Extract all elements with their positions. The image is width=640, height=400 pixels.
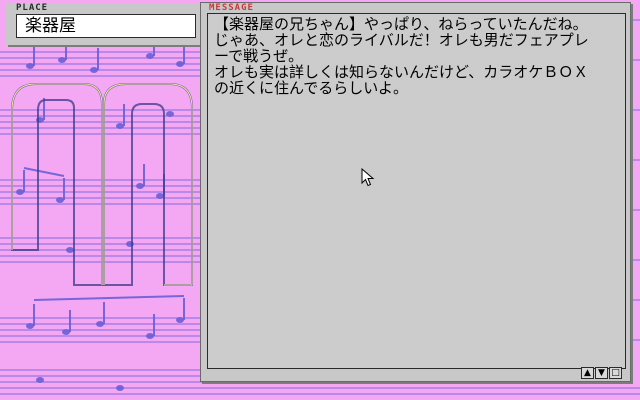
place-name-field: 楽器屋: [16, 14, 196, 38]
mouse-pointer-icon: [361, 168, 375, 187]
message-line: ーで戦うぜ。: [214, 47, 304, 65]
message-caption: MESSAGE: [209, 3, 254, 13]
message-line: 【楽器屋の兄ちゃん】やっぱり、ねらっていたんだね。: [214, 15, 588, 33]
message-scroll-controls: ▲ ▼ □: [581, 367, 622, 379]
window-toggle-button[interactable]: □: [609, 367, 622, 379]
place-window: PLACE 楽器屋: [6, 3, 202, 45]
place-caption: PLACE: [16, 3, 49, 13]
message-line: オレも実は詳しくは知らないんだけど、カラオケＢＯＸ: [214, 63, 589, 81]
message-line: の近くに住んでるらしいよ。: [214, 79, 408, 97]
message-window: MESSAGE 【楽器屋の兄ちゃん】やっぱり、ねらっていたんだね。 じゃあ、オレ…: [200, 2, 631, 382]
message-line: じゃあ、オレと恋のライバルだ！オレも男だフェアプレ: [214, 31, 589, 49]
message-text-area[interactable]: 【楽器屋の兄ちゃん】やっぱり、ねらっていたんだね。 じゃあ、オレと恋のライバルだ…: [207, 13, 626, 369]
scroll-up-button[interactable]: ▲: [581, 367, 594, 379]
scroll-down-button[interactable]: ▼: [595, 367, 608, 379]
